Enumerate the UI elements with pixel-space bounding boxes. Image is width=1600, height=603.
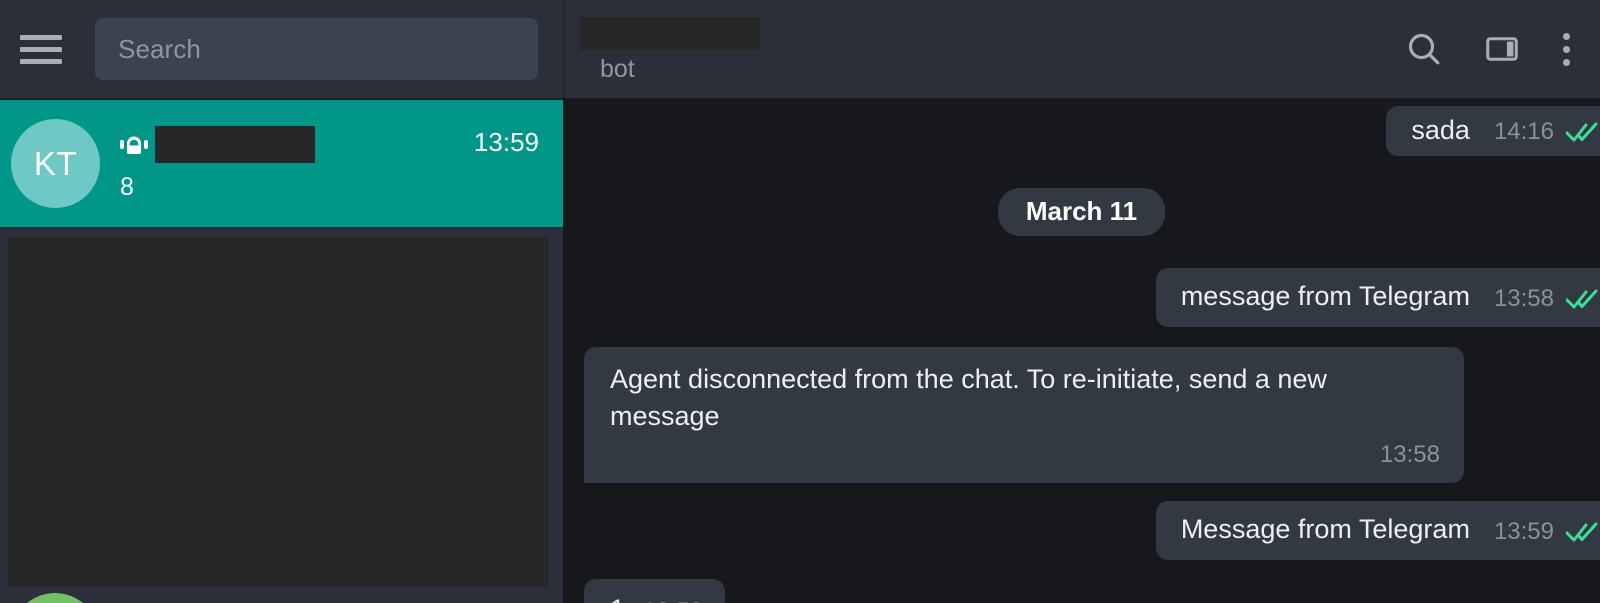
message-meta: 13:59 [643,598,703,603]
message-time: 13:59 [1493,518,1554,545]
message-row: Message from Telegram 13:59 [563,501,1600,560]
chat-list-sidebar: KT 8 13:59 [0,98,563,603]
message-bubble-incoming[interactable]: 1 13:59 [584,579,726,603]
date-divider: March 11 [997,188,1166,236]
message-text: sada [1411,115,1470,145]
message-bubble-outgoing[interactable]: sada 14:16 [1386,106,1600,156]
chat-name-redacted [155,126,315,163]
sidebar-header: Search [0,0,563,98]
bot-icon [120,136,148,154]
message-bubble-outgoing[interactable]: Message from Telegram 13:59 [1155,501,1600,560]
chat-list-item-preview: 8 [120,173,134,201]
search-icon[interactable] [1402,27,1446,71]
message-time: 13:59 [643,598,703,603]
message-row: sada 14:16 [563,106,1600,156]
search-placeholder: Search [118,33,201,64]
avatar [11,593,99,603]
chat-list-redacted-region [8,237,549,603]
message-text: message from Telegram [1180,281,1470,311]
chat-list-item-time: 13:59 [473,127,539,157]
message-meta: 13:58 [610,441,1440,471]
chat-title-redacted [580,17,760,50]
search-input[interactable]: Search [95,18,538,80]
message-row: 1 13:59 [563,579,1600,603]
chat-header-actions [1402,27,1600,71]
app-window: Search bot KT 8 13:59 sada 14:16 March 1… [0,0,1600,603]
chat-list-item-next[interactable] [0,587,563,603]
panel-toggle-icon[interactable] [1480,27,1524,71]
message-text: 1 [610,591,625,603]
date-divider-row: March 11 [563,188,1600,236]
message-meta: 13:58 [1494,285,1600,315]
message-text: Agent disconnected from the chat. To re-… [610,364,1335,431]
message-bubble-outgoing[interactable]: message from Telegram 13:58 [1155,268,1600,327]
main-area: KT 8 13:59 sada 14:16 March 11 message f… [0,98,1600,603]
more-vertical-icon[interactable] [1558,32,1574,66]
message-time: 14:16 [1493,118,1554,145]
read-receipt-icon [1566,289,1598,309]
message-row: message from Telegram 13:58 [563,268,1600,327]
message-text: Message from Telegram [1180,514,1470,544]
message-row: Agent disconnected from the chat. To re-… [563,347,1600,483]
message-time: 13:58 [1493,285,1554,312]
read-receipt-icon [1566,522,1598,542]
chat-header: bot [563,0,1600,98]
chat-list-item-selected[interactable]: KT 8 13:59 [0,100,563,227]
top-bar: Search bot [0,0,1600,98]
message-list[interactable]: sada 14:16 March 11 message from Telegra… [563,98,1600,603]
message-bubble-incoming[interactable]: Agent disconnected from the chat. To re-… [584,347,1464,483]
read-receipt-icon [1566,122,1598,142]
message-time: 13:58 [1379,441,1440,468]
message-meta: 13:59 [1494,518,1600,548]
chat-subtitle: bot [600,55,635,83]
message-meta: 14:16 [1494,118,1600,148]
avatar: KT [11,119,100,208]
chat-identity[interactable]: bot [580,0,760,98]
hamburger-menu-icon[interactable] [20,32,66,66]
